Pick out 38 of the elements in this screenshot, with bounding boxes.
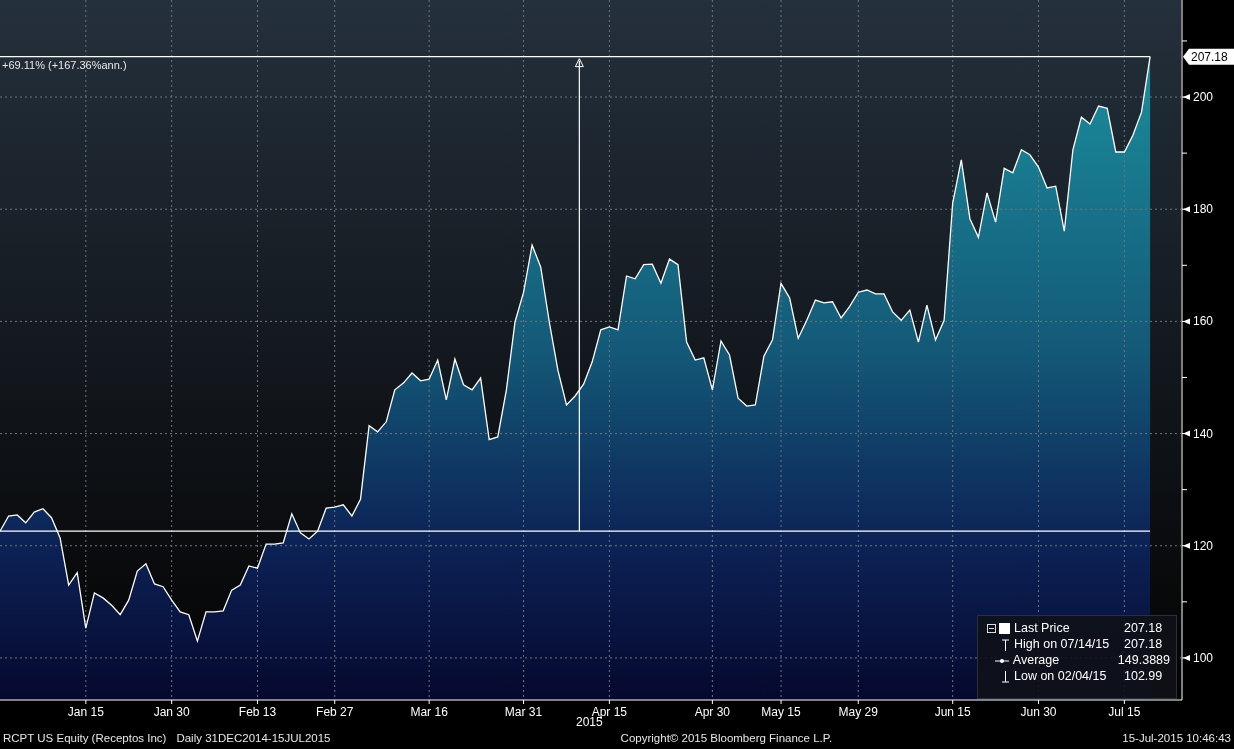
legend-label: High on 07/14/15 <box>1014 637 1111 652</box>
axis-label: 200 <box>1193 90 1214 105</box>
axis-label: Mar 16 <box>410 705 448 719</box>
timestamp: 15-Jul-2015 10:46:43 <box>1122 730 1231 746</box>
legend-label: Average <box>1012 653 1061 668</box>
axis-label: Jun 30 <box>1020 705 1057 719</box>
axis-label: Apr 30 <box>694 705 731 719</box>
axis-label: Mar 31 <box>504 705 543 719</box>
axis-label: Jan 30 <box>153 705 190 719</box>
high-marker-icon <box>1001 638 1010 651</box>
axis-label: Apr 15 <box>591 705 628 719</box>
collapse-icon[interactable] <box>987 624 996 633</box>
legend-value: 102.99 <box>1124 669 1163 684</box>
low-marker-icon <box>1001 670 1010 683</box>
axis-label: 140 <box>1193 426 1214 441</box>
axis-label: Feb 27 <box>316 705 354 719</box>
legend-value: 149.3889 <box>1117 653 1170 668</box>
axis-label: 120 <box>1193 538 1214 553</box>
square-icon <box>999 623 1010 634</box>
legend-label: Last Price <box>1014 621 1071 636</box>
axis-label: Jul 15 <box>1108 705 1141 719</box>
copyright-text: Copyright© 2015 Bloomberg Finance L.P. <box>620 730 833 746</box>
axis-label: May 15 <box>761 705 801 719</box>
last-price-tag: 207.18 <box>1183 48 1234 65</box>
axis-label: Jan 15 <box>67 705 104 719</box>
axis-label: 100 <box>1193 650 1214 665</box>
legend-value: 207.18 <box>1124 621 1163 636</box>
legend-value: 207.18 <box>1124 637 1163 652</box>
legend-label: Low on 02/04/15 <box>1014 669 1108 684</box>
axis-label: Jun 15 <box>934 705 971 719</box>
security-name: RCPT US Equity (Receptos Inc) <box>3 730 167 746</box>
axis-label: May 29 <box>838 705 878 719</box>
average-marker-icon <box>994 657 1009 664</box>
axis-label: Feb 13 <box>238 705 277 719</box>
date-range: Daily 31DEC2014-15JUL2015 <box>176 730 331 746</box>
change-label: +69.11% (+167.36%ann.) <box>2 58 127 71</box>
axis-label: 180 <box>1193 202 1214 217</box>
axis-label: 160 <box>1193 314 1214 329</box>
